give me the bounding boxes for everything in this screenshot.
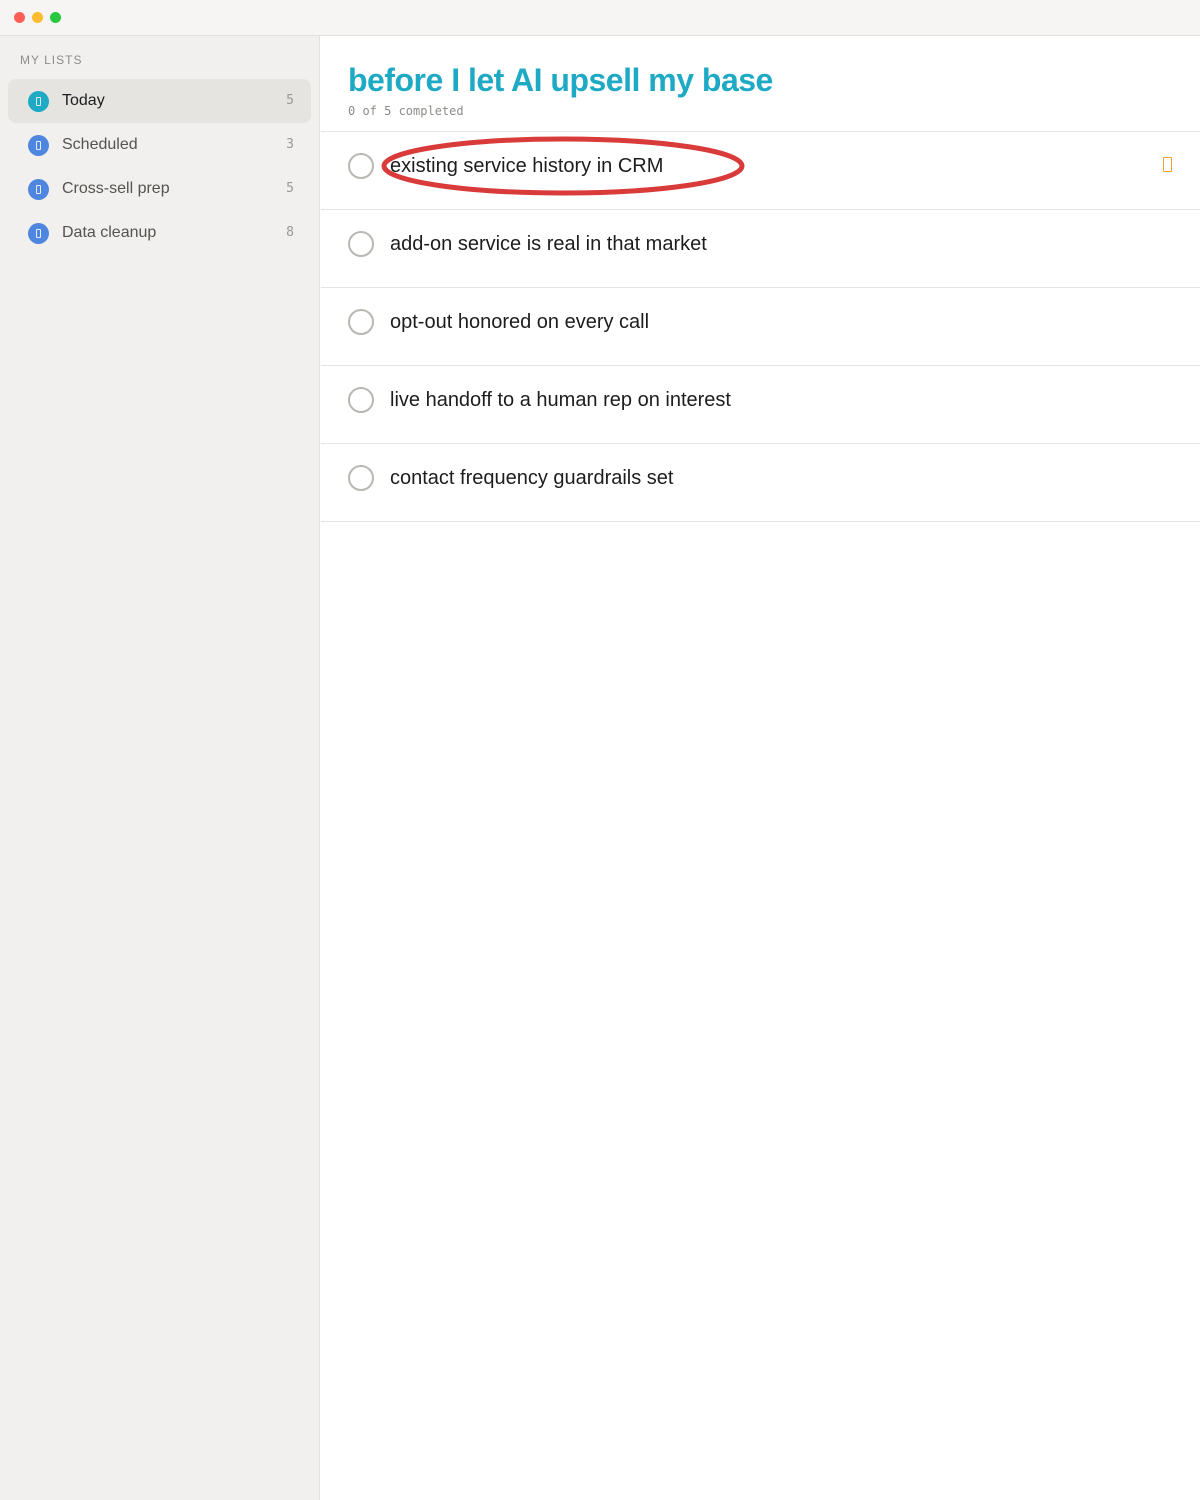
sidebar-item-count: 3 bbox=[286, 137, 294, 152]
page-title: before I let AI upsell my base bbox=[348, 62, 773, 98]
task-text[interactable]: live handoff to a human rep on interest bbox=[390, 389, 731, 412]
task-text[interactable]: add-on service is real in that market bbox=[390, 233, 707, 256]
list-icon bbox=[28, 179, 49, 200]
task-checkbox[interactable] bbox=[348, 387, 374, 413]
task-row[interactable]: opt-out honored on every call bbox=[321, 288, 1200, 366]
task-row[interactable]: add-on service is real in that market bbox=[321, 210, 1200, 288]
flag-icon[interactable] bbox=[1163, 157, 1172, 172]
progress-text: 0 of 5 completed bbox=[348, 104, 464, 118]
list-icon bbox=[28, 91, 49, 112]
sidebar-item-count: 8 bbox=[286, 225, 294, 240]
sidebar-item-label: Cross-sell prep bbox=[62, 180, 170, 197]
main-panel: before I let AI upsell my base 0 of 5 co… bbox=[321, 36, 1200, 1500]
list-icon bbox=[28, 223, 49, 244]
list-icon bbox=[28, 135, 49, 156]
sidebar-item-today[interactable]: Today 5 bbox=[8, 79, 311, 123]
window-titlebar bbox=[0, 0, 1200, 36]
task-text[interactable]: existing service history in CRM bbox=[390, 155, 663, 178]
sidebar: MY LISTS Today 5 Scheduled 3 Cross-sell … bbox=[0, 36, 320, 1500]
sidebar-heading: MY LISTS bbox=[20, 53, 83, 67]
sidebar-item-label: Scheduled bbox=[62, 136, 138, 153]
maximize-window-button[interactable] bbox=[50, 12, 61, 23]
minimize-window-button[interactable] bbox=[32, 12, 43, 23]
task-checkbox[interactable] bbox=[348, 231, 374, 257]
sidebar-item-cross-sell-prep[interactable]: Cross-sell prep 5 bbox=[8, 167, 311, 211]
sidebar-item-label: Data cleanup bbox=[62, 224, 157, 241]
sidebar-item-count: 5 bbox=[286, 181, 294, 196]
task-checkbox[interactable] bbox=[348, 465, 374, 491]
task-checkbox[interactable] bbox=[348, 309, 374, 335]
task-row[interactable]: existing service history in CRM bbox=[321, 132, 1200, 210]
sidebar-item-count: 5 bbox=[286, 93, 294, 108]
sidebar-item-data-cleanup[interactable]: Data cleanup 8 bbox=[8, 211, 311, 255]
task-row[interactable]: live handoff to a human rep on interest bbox=[321, 366, 1200, 444]
sidebar-item-scheduled[interactable]: Scheduled 3 bbox=[8, 123, 311, 167]
task-row[interactable]: contact frequency guardrails set bbox=[321, 444, 1200, 522]
close-window-button[interactable] bbox=[14, 12, 25, 23]
task-text[interactable]: opt-out honored on every call bbox=[390, 311, 649, 334]
task-checkbox[interactable] bbox=[348, 153, 374, 179]
task-text[interactable]: contact frequency guardrails set bbox=[390, 467, 674, 490]
sidebar-item-label: Today bbox=[62, 92, 105, 109]
task-list: existing service history in CRM add-on s… bbox=[321, 131, 1200, 522]
